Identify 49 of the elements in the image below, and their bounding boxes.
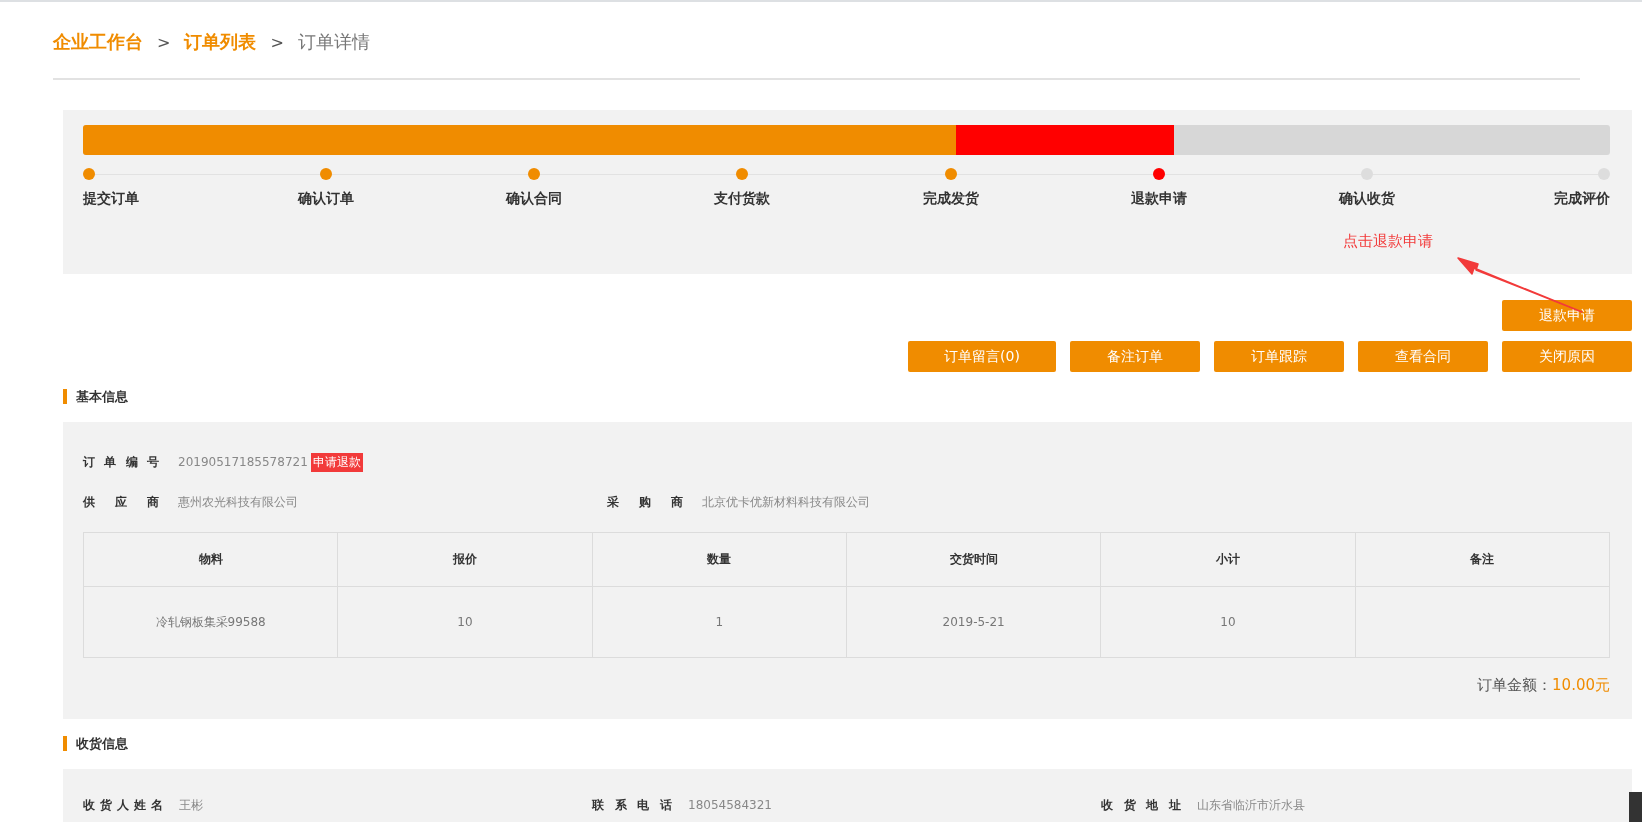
section-title: 收货信息 [63, 736, 1642, 751]
table-cell: 10 [1100, 586, 1356, 658]
column-header: 备注 [1355, 532, 1610, 587]
breadcrumb-separator: > [270, 32, 284, 52]
field-value: 惠州农光科技有限公司 [178, 493, 298, 511]
field-label: 供应商 [83, 493, 159, 511]
step-label: 提交订单 [83, 190, 139, 208]
field-label: 收货人姓名 [83, 796, 163, 814]
step-label: 确认收货 [1338, 190, 1395, 208]
step-label: 完成评价 [1554, 190, 1610, 208]
table-cell: 1 [592, 586, 847, 658]
column-header: 报价 [337, 532, 593, 587]
breadcrumb-link[interactable]: 订单列表 [184, 30, 257, 54]
breadcrumb-current: 订单详情 [297, 30, 370, 54]
action-button[interactable]: 订单留言(0) [908, 341, 1056, 372]
total-label: 订单金额： [1477, 676, 1553, 695]
field-label: 收货地址 [1101, 796, 1181, 814]
field-label: 订单编号 [83, 453, 159, 471]
table-cell: 2019-5-21 [846, 586, 1101, 658]
total-value: 10.00元 [1552, 676, 1610, 695]
side-tab[interactable] [1629, 792, 1642, 822]
breadcrumb-link[interactable]: 企业工作台 [53, 30, 143, 54]
field-label: 采购商 [607, 493, 683, 511]
column-header: 小计 [1100, 532, 1356, 587]
action-button[interactable]: 备注订单 [1070, 341, 1200, 372]
field-value: 20190517185578721 [178, 455, 308, 469]
column-header: 数量 [592, 532, 847, 587]
field-value: 山东省临沂市沂水县 [1197, 796, 1305, 814]
step-label: 确认订单 [298, 190, 355, 208]
step-label: 确认合同 [506, 190, 563, 208]
field-value: 王彬 [179, 796, 203, 814]
column-header: 交货时间 [846, 532, 1101, 587]
status-tag: 申请退款 [310, 452, 363, 472]
step-label: 完成发货 [922, 190, 979, 208]
action-button[interactable]: 关闭原因 [1502, 341, 1632, 372]
action-button[interactable]: 查看合同 [1358, 341, 1488, 372]
refund-button[interactable]: 退款申请 [1502, 300, 1632, 331]
table-cell: 10 [337, 586, 593, 658]
table-cell: 冷轧钢板集采99588 [83, 586, 338, 658]
column-header: 物料 [83, 532, 338, 587]
action-button[interactable]: 订单跟踪 [1214, 341, 1344, 372]
step-label: 退款申请 [1130, 190, 1187, 208]
annotation-text: 点击退款申请 [1343, 232, 1433, 251]
field-value: 18054584321 [688, 798, 772, 812]
field-label: 联系电话 [592, 796, 672, 814]
breadcrumb-separator: > [157, 32, 171, 52]
section-title: 基本信息 [63, 389, 1642, 404]
step-label: 支付货款 [714, 190, 771, 208]
field-value: 北京优卡优新材料科技有限公司 [702, 493, 870, 511]
